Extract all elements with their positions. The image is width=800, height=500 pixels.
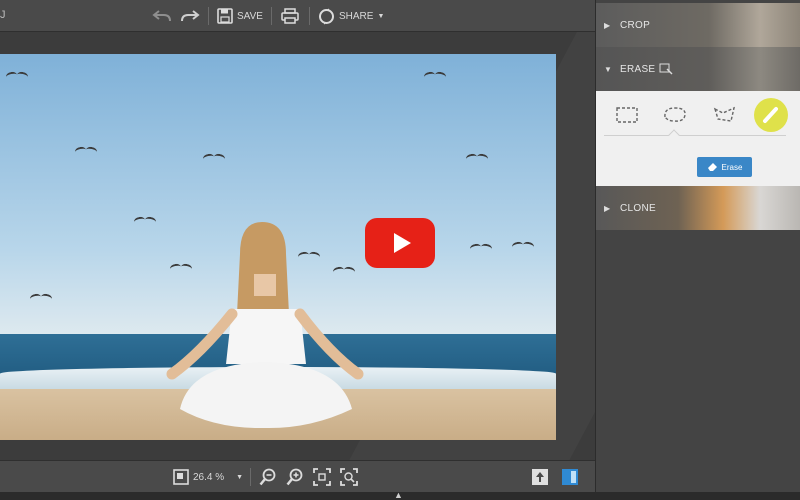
play-icon	[393, 233, 411, 253]
section-erase-label: ERASE	[620, 63, 656, 75]
canvas-workspace[interactable]	[0, 32, 595, 460]
chevron-down-icon: ▼	[604, 64, 613, 74]
zoom-actual-icon	[340, 468, 358, 486]
play-video-button[interactable]	[365, 218, 435, 268]
seagull	[424, 72, 446, 80]
fit-to-screen-button[interactable]	[313, 461, 331, 493]
section-clone-label: CLONE	[620, 202, 656, 214]
eraser-icon	[707, 163, 717, 171]
chevron-down-icon: ▼	[377, 12, 385, 20]
active-tool-caret	[668, 129, 680, 141]
section-clone[interactable]: ▶ CLONE	[596, 186, 800, 230]
chevron-right-icon: ▶	[604, 203, 611, 213]
print-button[interactable]	[281, 0, 299, 32]
polygon-lasso-icon	[713, 106, 736, 122]
section-crop-label: CROP	[620, 19, 651, 31]
seagull	[30, 294, 52, 302]
erase-tools-area: Erase	[596, 91, 800, 186]
seagull	[6, 72, 28, 80]
rectangle-select-tool[interactable]	[609, 99, 645, 131]
redo-icon	[181, 10, 200, 22]
zoom-out-button[interactable]	[259, 461, 277, 493]
save-button[interactable]: SAVE	[217, 0, 263, 32]
meditating-woman	[166, 222, 364, 429]
chevron-up-icon[interactable]: ▲	[394, 490, 403, 500]
panel-toggle-icon	[562, 469, 578, 485]
seagull	[512, 242, 534, 250]
zoom-in-button[interactable]	[286, 461, 304, 493]
toolbar-divider	[250, 468, 251, 486]
zoom-out-icon	[259, 468, 276, 486]
top-toolbar: J SAVE SHARE ▼	[0, 0, 595, 32]
fit-screen-icon	[313, 468, 331, 486]
undo-icon	[152, 10, 171, 22]
zoom-value: 26.4 %	[193, 471, 225, 483]
share-button[interactable]: SHARE ▼	[318, 0, 384, 32]
toolbar-divider	[271, 7, 272, 25]
rectangle-select-icon	[616, 107, 638, 123]
photo-canvas[interactable]	[0, 54, 556, 440]
toolbar-divider	[208, 7, 209, 25]
zoom-in-icon	[286, 468, 303, 486]
undo-button[interactable]	[152, 0, 172, 32]
menu-glyph[interactable]: J	[0, 9, 6, 21]
chevron-right-icon: ▶	[604, 20, 611, 30]
seagull	[466, 154, 488, 162]
redo-button[interactable]	[180, 0, 200, 32]
tools-panel: ▶ CROP ▼ ERASE Erase ▶ CLONE	[595, 0, 800, 492]
print-icon	[281, 8, 299, 24]
zoom-dropdown[interactable]: 26.4 % ▼	[173, 461, 243, 493]
brush-tool[interactable]	[754, 98, 788, 132]
polygon-lasso-tool[interactable]	[707, 99, 743, 131]
brush-icon	[763, 107, 778, 123]
erase-section-icon	[659, 63, 673, 75]
toolbar-divider	[309, 7, 310, 25]
lasso-icon	[664, 107, 686, 122]
save-icon	[217, 8, 233, 24]
lasso-tool[interactable]	[657, 99, 693, 131]
save-label: SAVE	[237, 10, 263, 22]
erase-button[interactable]: Erase	[697, 157, 752, 177]
panel-toggle-button[interactable]	[561, 461, 579, 493]
tools-underline	[604, 135, 786, 136]
actual-size-button[interactable]	[340, 461, 358, 493]
photo-editor-app: J SAVE SHARE ▼ 26.4 % ▼ ▲ ▶ CROP ▼ ERASE…	[0, 0, 800, 500]
share-icon	[319, 8, 334, 24]
fit-view-icon	[173, 469, 189, 485]
seagull	[470, 244, 492, 252]
section-erase[interactable]: ▼ ERASE	[596, 47, 800, 91]
section-crop[interactable]: ▶ CROP	[596, 3, 800, 47]
erase-button-label: Erase	[721, 162, 743, 172]
export-icon	[532, 469, 548, 485]
chevron-down-icon: ▼	[236, 473, 244, 481]
export-button[interactable]	[531, 461, 549, 493]
seagull	[203, 154, 225, 162]
share-label: SHARE	[339, 10, 374, 22]
seagull	[75, 147, 97, 155]
seagull	[134, 217, 156, 225]
bottom-toolbar: 26.4 % ▼	[0, 460, 595, 492]
